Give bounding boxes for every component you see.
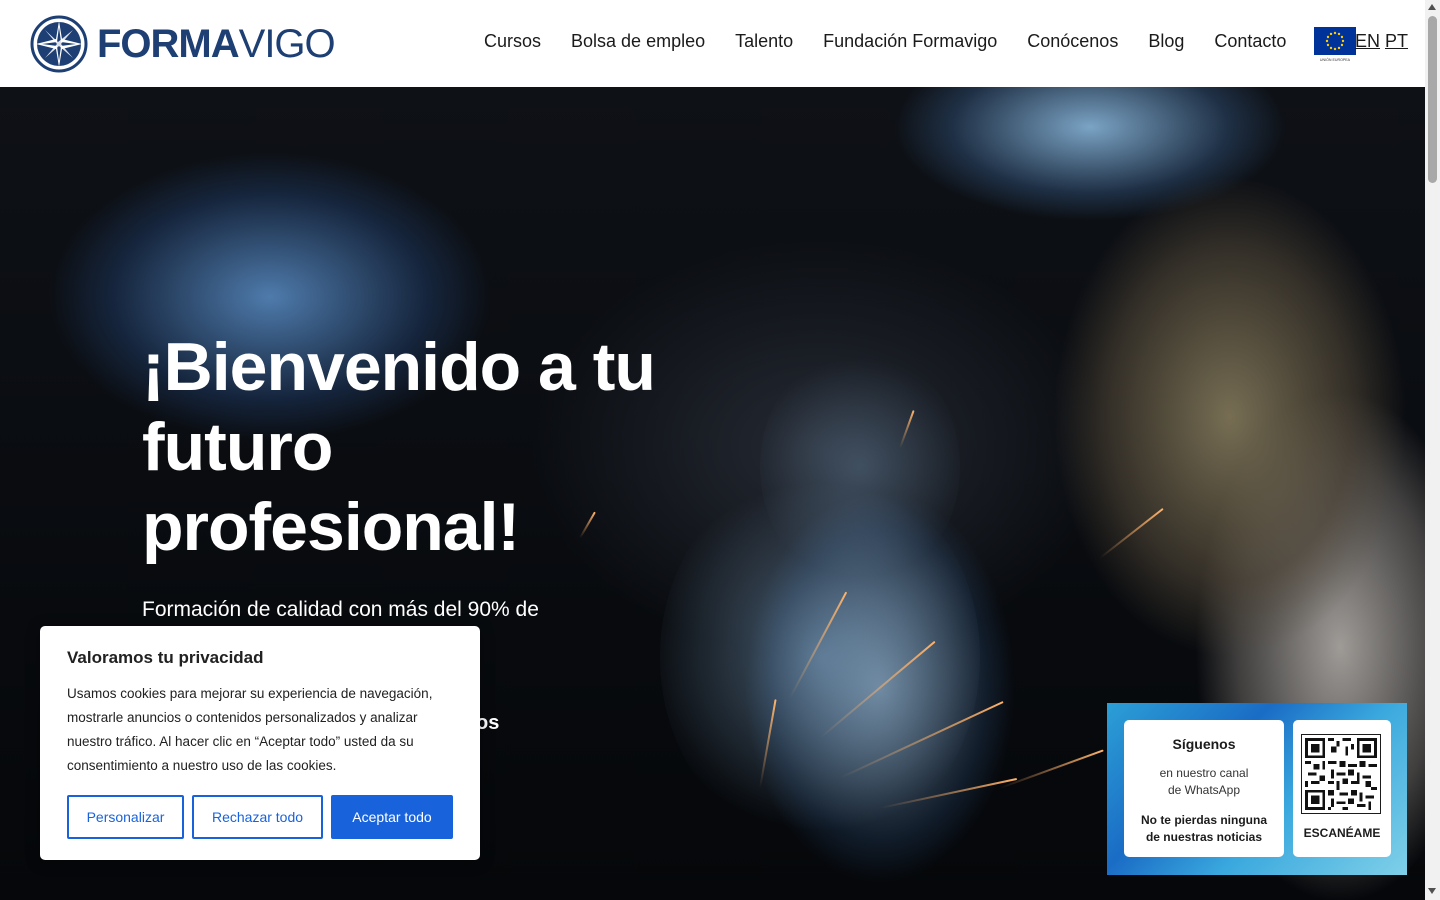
whatsapp-qr-card: ESCANÉAME	[1293, 720, 1391, 857]
cookie-consent-banner: Valoramos tu privacidad Usamos cookies p…	[40, 626, 480, 860]
logo-wordmark: FORMAVIGO	[97, 22, 336, 66]
nav-item-talento[interactable]: Talento	[735, 30, 793, 52]
nav-item-contacto[interactable]: Contacto	[1214, 30, 1286, 52]
cookie-banner-title: Valoramos tu privacidad	[67, 648, 264, 667]
hero-title: ¡Bienvenido a tu futuro profesional!	[142, 329, 656, 565]
nav-item-cursos[interactable]: Cursos	[484, 30, 541, 52]
formavigo-logo[interactable]: FORMAVIGO	[30, 15, 336, 73]
reject-all-cookies-button[interactable]: Rechazar todo	[192, 795, 323, 839]
spark-streak	[999, 749, 1104, 789]
nav-item-bolsa-de-empleo[interactable]: Bolsa de empleo	[571, 30, 705, 52]
accept-all-cookies-button[interactable]: Aceptar todo	[331, 795, 453, 839]
scrollbar-thumb[interactable]	[1428, 16, 1437, 183]
nav-item-conocenos[interactable]: Conócenos	[1027, 30, 1118, 52]
whatsapp-widget-bold2: de nuestras noticias	[1145, 830, 1263, 844]
main-nav: Cursos Bolsa de empleo Talento Fundación…	[484, 30, 1316, 52]
lang-en-link[interactable]: EN	[1355, 30, 1380, 52]
compass-star-icon	[30, 15, 88, 73]
svg-text:UNIÓN EUROPEA: UNIÓN EUROPEA	[1320, 57, 1351, 62]
whatsapp-info-card: Síguenos en nuestro canal de WhatsApp No…	[1124, 720, 1284, 857]
lang-pt-link[interactable]: PT	[1385, 30, 1408, 52]
logo-wordmark-bold: FORMA	[97, 22, 240, 66]
customize-cookies-button[interactable]: Personalizar	[67, 795, 184, 839]
eu-flag-icon: UNIÓN EUROPEA	[1314, 27, 1356, 62]
whatsapp-widget-bold1: No te pierdas ninguna	[1140, 813, 1267, 827]
spark-streak	[1099, 507, 1164, 559]
smoke-plume	[760, 347, 960, 587]
whatsapp-widget-line2: de WhatsApp	[1167, 783, 1241, 797]
scan-me-label: ESCANÉAME	[1303, 826, 1381, 840]
scroll-up-arrow-icon[interactable]	[1428, 4, 1436, 10]
whatsapp-widget-title: Síguenos	[1172, 736, 1236, 752]
whatsapp-channel-widget[interactable]: Síguenos en nuestro canal de WhatsApp No…	[1107, 703, 1407, 875]
scroll-down-arrow-icon[interactable]	[1428, 888, 1436, 894]
site-header: FORMAVIGO Cursos Bolsa de empleo Talento…	[0, 0, 1425, 87]
qr-code-icon[interactable]	[1301, 734, 1381, 814]
whatsapp-widget-line1: en nuestro canal	[1159, 766, 1249, 780]
hero-subtitle: Formación de calidad con más del 90% de	[142, 598, 539, 621]
logo-wordmark-light: VIGO	[238, 22, 336, 66]
nav-item-blog[interactable]: Blog	[1148, 30, 1184, 52]
cookie-banner-text: Usamos cookies para mejorar su experienc…	[67, 686, 433, 773]
nav-item-fundacion[interactable]: Fundación Formavigo	[823, 30, 997, 52]
